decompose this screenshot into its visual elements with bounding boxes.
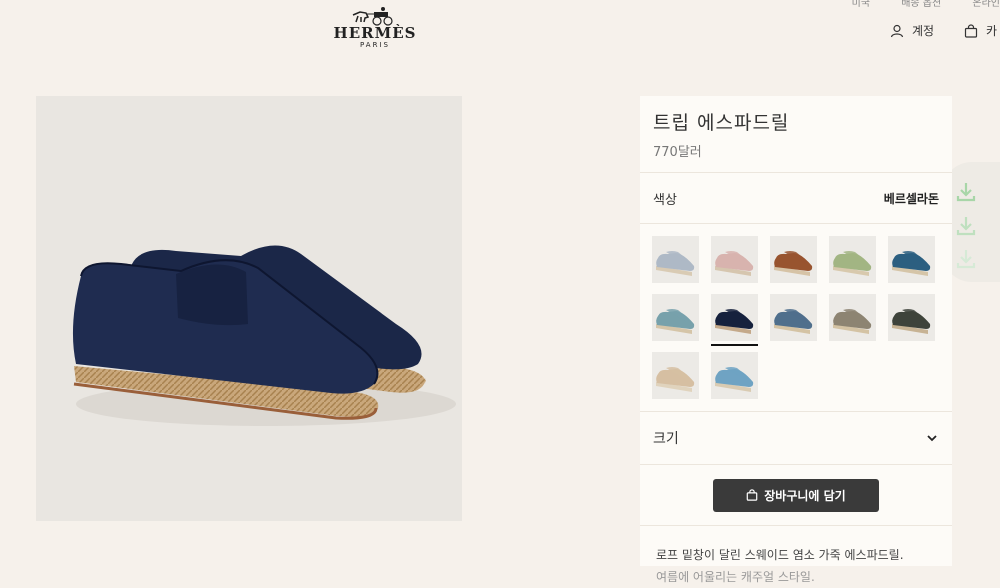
- download-icon[interactable]: [948, 177, 984, 207]
- brand-name: HERMÈS: [333, 24, 417, 42]
- shopping-bag-icon: [746, 489, 758, 501]
- brand-logo[interactable]: HERMÈS PARIS: [330, 6, 420, 49]
- color-swatch[interactable]: [888, 236, 935, 283]
- color-label: 색상: [653, 192, 677, 208]
- download-icon[interactable]: [948, 244, 984, 274]
- product-panel: 트립 에스파드릴 770달러 색상 베르셀라돈 크기 장바구니에 담기 로프 밑…: [640, 96, 952, 584]
- color-swatch[interactable]: [829, 294, 876, 341]
- shopping-bag-icon: [964, 23, 978, 38]
- top-link-shipping[interactable]: 배송 옵션: [901, 0, 941, 9]
- download-icon[interactable]: [948, 211, 984, 241]
- color-swatch[interactable]: [888, 294, 935, 341]
- user-icon: [890, 24, 904, 37]
- color-swatch[interactable]: [652, 294, 699, 341]
- color-swatch-grid: [640, 224, 952, 412]
- top-link-online[interactable]: 온라인: [972, 0, 1000, 9]
- add-to-cart-button[interactable]: 장바구니에 담기: [713, 478, 879, 512]
- description-line: 여름에 어울리는 캐주얼 스타일.: [656, 570, 815, 584]
- size-label: 크기: [653, 431, 679, 447]
- description-line: 로프 밑창이 달린 스웨이드 염소 가죽 에스파드릴.: [656, 548, 904, 562]
- color-swatch[interactable]: [711, 352, 758, 399]
- product-title: 트립 에스파드릴: [653, 112, 790, 134]
- product-image[interactable]: [36, 96, 462, 521]
- carriage-emblem-icon: [352, 7, 393, 26]
- espadrille-shoes-image: [72, 245, 456, 426]
- top-link-region[interactable]: 미국: [852, 0, 870, 9]
- chevron-down-icon: [927, 435, 937, 442]
- brand-city: PARIS: [360, 41, 390, 49]
- cart-label: 카: [986, 24, 998, 38]
- color-swatch[interactable]: [652, 352, 699, 399]
- color-selector-header: 색상 베르셀라돈: [640, 173, 952, 224]
- color-swatch[interactable]: [770, 236, 817, 283]
- product-header: 트립 에스파드릴 770달러: [640, 96, 952, 173]
- account-label: 계정: [912, 24, 935, 38]
- account-link[interactable]: 계정: [890, 22, 934, 39]
- color-swatch[interactable]: [770, 294, 817, 341]
- size-selector[interactable]: 크기: [640, 412, 952, 465]
- cart-link[interactable]: 카: [964, 22, 997, 39]
- selected-color-name: 베르셀라돈: [883, 191, 939, 206]
- top-utility-nav: 미국 배송 옵션 온라인: [824, 0, 1000, 9]
- color-swatch[interactable]: [829, 236, 876, 283]
- product-description: 로프 밑창이 달린 스웨이드 염소 가죽 에스파드릴. 여름에 어울리는 캐주얼…: [640, 526, 952, 588]
- color-swatch[interactable]: [711, 236, 758, 283]
- product-price: 770달러: [653, 145, 702, 160]
- add-to-cart-section: 장바구니에 담기: [640, 465, 952, 526]
- add-to-cart-label: 장바구니에 담기: [764, 488, 846, 503]
- color-swatch[interactable]: [652, 236, 699, 283]
- color-swatch[interactable]: [711, 294, 758, 346]
